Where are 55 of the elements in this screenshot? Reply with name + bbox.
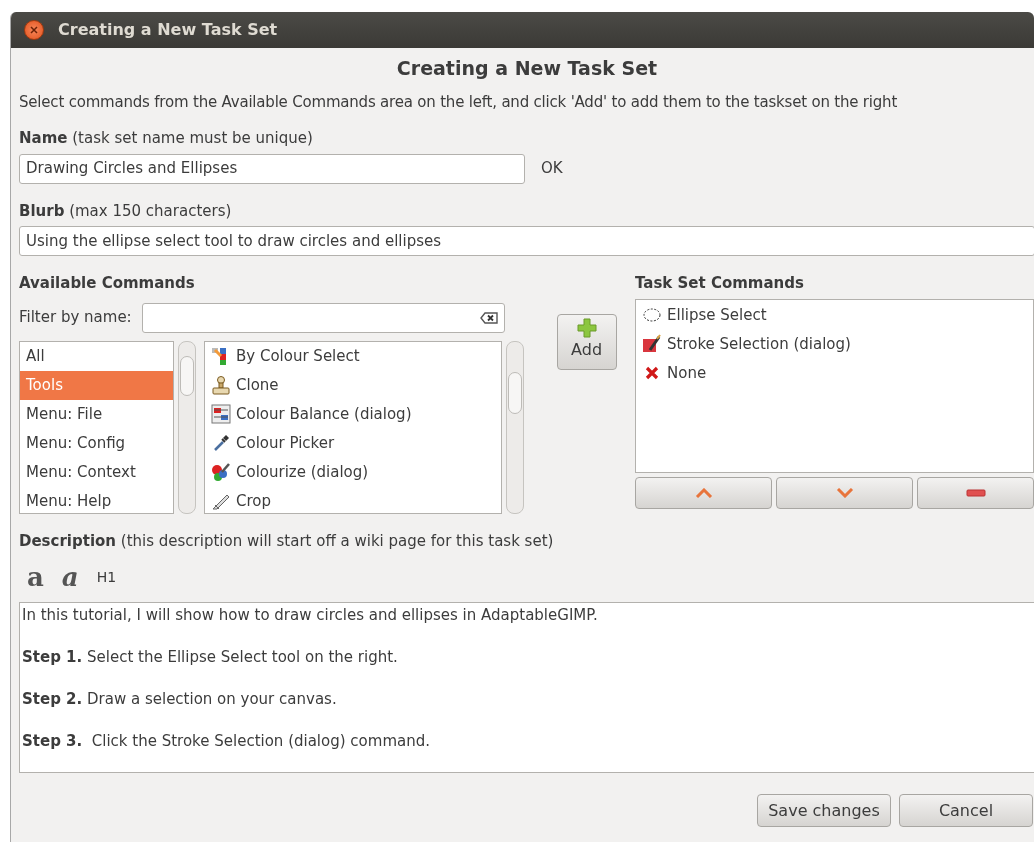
category-item[interactable]: Menu: Config: [20, 428, 173, 458]
colorize-icon: [211, 462, 231, 482]
category-item[interactable]: Menu: File: [20, 399, 173, 429]
category-item[interactable]: Menu: Context: [20, 457, 173, 487]
move-down-button[interactable]: [776, 476, 913, 509]
description-paragraph: Step 3. Click the Stroke Selection (dialog) command.: [22, 731, 431, 751]
command-item[interactable]: Ellipse Select: [636, 300, 1033, 330]
move-up-button[interactable]: [635, 476, 772, 509]
clear-icon[interactable]: [479, 311, 498, 324]
command-item[interactable]: Stroke Selection (dialog): [636, 329, 1033, 359]
section-title: Available Commands: [19, 274, 195, 292]
chevron-down-icon: [835, 487, 854, 498]
instructions-text: Select commands from the Available Commands area on the left, and click 'Add' to add them to the taskset on the right: [19, 92, 898, 111]
close-button[interactable]: [24, 20, 44, 40]
category-item[interactable]: All: [20, 341, 173, 371]
command-item[interactable]: Colourize (dialog): [205, 457, 501, 487]
command-item[interactable]: Crop: [205, 486, 501, 516]
chevron-up-icon: [694, 487, 713, 498]
filter-label: Filter by name:: [19, 307, 132, 329]
heading-button[interactable]: H1: [96, 566, 117, 588]
italic-button[interactable]: a: [61, 564, 79, 590]
blurb-field[interactable]: Using the ellipse select tool to draw circles and ellipses: [19, 226, 1034, 256]
command-item[interactable]: Colour Balance (dialog): [205, 399, 501, 429]
save-button[interactable]: Save changes: [757, 794, 891, 827]
window-title: Creating a New Task Set: [58, 19, 278, 41]
command-item[interactable]: By Colour Select: [205, 341, 501, 371]
name-label: Name (task set name must be unique): [19, 129, 313, 147]
scrollbar[interactable]: [178, 340, 196, 514]
description-editor[interactable]: [19, 602, 1034, 773]
description-paragraph: In this tutorial, I will show how to draw circles and ellipses in AdaptableGIMP.: [22, 605, 599, 625]
close-icon: [30, 26, 38, 34]
minus-icon: [965, 488, 986, 497]
command-item[interactable]: None: [636, 358, 1033, 388]
section-title: Task Set Commands: [635, 274, 804, 292]
scrollbar[interactable]: [506, 340, 524, 514]
description-paragraph: Step 1. Select the Ellipse Select tool on the right.: [22, 647, 399, 667]
remove-button[interactable]: [917, 476, 1034, 509]
name-field[interactable]: Drawing Circles and Ellipses: [19, 153, 525, 184]
blurb-label: Blurb (max 150 characters): [19, 201, 232, 220]
stamp-icon: [211, 375, 231, 395]
status-text: OK: [541, 158, 563, 180]
description-paragraph: Step 2. Draw a selection on your canvas.: [22, 689, 338, 709]
command-item[interactable]: Colour Picker: [205, 428, 501, 458]
cancel-button[interactable]: Cancel: [899, 794, 1033, 827]
colour-balance-icon: [211, 404, 231, 424]
command-item[interactable]: Clone: [205, 370, 501, 400]
description-label: Description (this description will start off a wiki page for this task set): [19, 531, 554, 550]
category-item[interactable]: Menu: Help: [20, 486, 173, 516]
dialog-heading: Creating a New Task Set: [396, 57, 658, 79]
plus-icon: [576, 318, 597, 338]
bold-button[interactable]: a: [27, 564, 44, 590]
ellipse-select-icon: [642, 305, 662, 325]
paintbrush-icon: [642, 334, 662, 354]
filter-field[interactable]: [141, 302, 505, 333]
add-button[interactable]: Add: [556, 314, 617, 370]
